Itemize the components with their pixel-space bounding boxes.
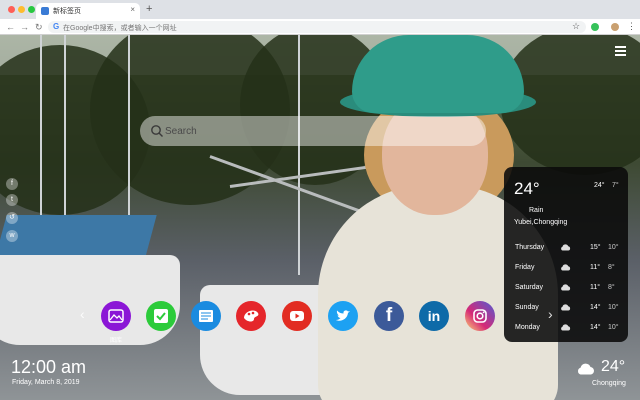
tasks-app-icon[interactable] <box>146 301 176 331</box>
forecast-high: 14° <box>590 304 601 311</box>
forecast-low: 10° <box>608 324 619 331</box>
forecast-high: 11° <box>590 264 601 271</box>
extension-icon[interactable] <box>591 23 599 31</box>
forecast-low: 10° <box>608 304 619 311</box>
browser-menu-icon[interactable]: ⋮ <box>627 21 636 32</box>
cloud-icon <box>561 284 571 291</box>
forecast-row: Monday 14° 10° <box>504 321 628 335</box>
linkedin-letters: in <box>427 308 441 324</box>
address-bar-placeholder: 在Google中搜索，或者输入一个网址 <box>63 25 177 32</box>
forecast-day: Thursday <box>515 244 545 251</box>
clock-date: Friday, March 8, 2019 <box>12 379 80 386</box>
address-bar[interactable]: G 在Google中搜索，或者输入一个网址 <box>48 21 586 33</box>
cloud-icon <box>561 324 571 331</box>
current-weather-city: Chongqing <box>592 380 626 387</box>
forecast-row: Thursday 15° 10° <box>504 241 628 255</box>
forecast-day: Saturday <box>515 284 544 291</box>
cloud-icon <box>561 304 571 311</box>
weather-current-temp: 24° <box>514 179 540 198</box>
forecast-day: Monday <box>515 324 540 331</box>
tab-favicon-icon <box>41 7 49 15</box>
forecast-high: 14° <box>590 324 601 331</box>
clock-time: 12:00 am <box>11 357 87 377</box>
hamburger-menu-icon[interactable] <box>615 46 626 56</box>
back-arrow-icon[interactable]: ← <box>6 21 15 33</box>
news-app-icon[interactable] <box>191 301 221 331</box>
search-bar[interactable] <box>140 116 486 146</box>
instagram-app-icon[interactable] <box>465 301 495 331</box>
facebook-letter: f <box>385 305 393 326</box>
weather-card[interactable]: 24° 24° 7° Rain Yubei,Chongqing Thursday… <box>504 167 628 342</box>
forecast-row: Friday 11° 8° <box>504 261 628 275</box>
search-input[interactable] <box>165 124 465 139</box>
linkedin-app-icon[interactable]: in <box>419 301 449 331</box>
maximize-window-button[interactable] <box>28 6 35 13</box>
forecast-day: Sunday <box>515 304 539 311</box>
cloud-icon <box>578 363 594 375</box>
gallery-app-label: 图库 <box>109 338 122 344</box>
reload-icon[interactable]: ↻ <box>35 21 43 33</box>
twitter-bird-icon <box>328 301 358 331</box>
forecast-row: Saturday 11° 8° <box>504 281 628 295</box>
current-weather-temp[interactable]: 24° <box>601 358 625 376</box>
youtube-icon <box>282 301 312 331</box>
browser-toolbar: ← → ↻ G 在Google中搜索，或者输入一个网址 ☆ ⋮ <box>0 19 640 35</box>
tab-title: 新标签页 <box>53 8 81 15</box>
weather-high-temp: 24° <box>594 182 605 189</box>
close-window-button[interactable] <box>8 6 15 13</box>
forecast-row: Sunday 14° 10° <box>504 301 628 315</box>
checklist-icon <box>146 301 176 331</box>
forecast-high: 11° <box>590 284 601 291</box>
forecast-high: 15° <box>590 244 601 251</box>
palette-app-icon[interactable] <box>236 301 266 331</box>
tab-close-icon[interactable]: × <box>130 5 135 14</box>
share-icon[interactable]: ↺ <box>6 212 18 224</box>
palette-icon <box>236 301 266 331</box>
gallery-icon <box>101 301 131 331</box>
weather-location: Yubei,Chongqing <box>514 219 568 226</box>
twitter-app-icon[interactable] <box>328 301 358 331</box>
forecast-day: Friday <box>515 264 535 271</box>
news-icon <box>191 301 221 331</box>
profile-avatar[interactable] <box>611 23 619 31</box>
tab-new-tab[interactable]: 新标签页 × <box>36 3 140 19</box>
facebook-icon[interactable]: f <box>6 178 18 190</box>
search-icon <box>151 125 163 137</box>
bookmark-star-icon[interactable]: ☆ <box>572 21 580 32</box>
dock-prev-arrow[interactable]: ‹ <box>80 306 85 322</box>
new-tab-button[interactable]: + <box>146 3 152 15</box>
forecast-low: 10° <box>608 244 619 251</box>
tab-strip: 新标签页 × + <box>0 0 640 19</box>
weather-low-temp: 7° <box>612 182 619 189</box>
forward-arrow-icon[interactable]: → <box>20 21 29 33</box>
twitter-icon[interactable]: t <box>6 194 18 206</box>
youtube-app-icon[interactable] <box>282 301 312 331</box>
facebook-app-icon[interactable]: f <box>374 301 404 331</box>
cloud-icon <box>561 264 571 271</box>
cloud-icon <box>561 244 571 251</box>
instagram-icon <box>465 301 495 331</box>
google-icon: G <box>53 22 60 31</box>
weibo-icon[interactable]: w <box>6 230 18 242</box>
forecast-low: 8° <box>608 284 615 291</box>
dock-next-arrow[interactable]: › <box>548 306 553 322</box>
minimize-window-button[interactable] <box>18 6 25 13</box>
weather-condition: Rain <box>529 207 544 214</box>
forecast-low: 8° <box>608 264 615 271</box>
gallery-app-icon[interactable] <box>101 301 131 331</box>
